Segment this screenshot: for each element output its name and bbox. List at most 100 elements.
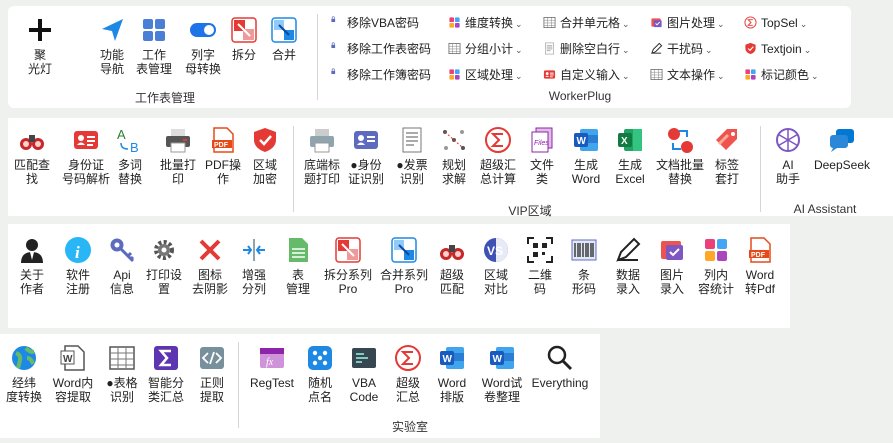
plus-button[interactable]: 聚 光灯 [18,16,62,76]
button-label: 区域 加密 [252,158,277,186]
toggle-button[interactable]: 列字 母转换 [178,16,228,76]
sheet-grid-icon [140,16,168,44]
button-label: 超级汇 总计算 [479,158,516,186]
sigma-button[interactable]: 超级 汇总 [386,344,430,404]
word-button[interactable]: W 生成 Word [564,126,608,186]
word-outline-button[interactable]: W Word内 容提取 [46,344,100,404]
button-label: 标签 套打 [714,158,739,186]
printer-button[interactable]: 批量打 印 [156,126,200,186]
image-check-button[interactable]: 图片 录入 [650,236,694,296]
printer-gray-button[interactable]: 底端标 题打印 [300,126,344,186]
qrcode-button[interactable]: 二维 码 [518,236,562,296]
dots-solver-icon [440,126,468,154]
button-label: RegTest [249,376,295,390]
button-label: 图片 录入 [659,268,684,296]
merge-icon [390,236,418,264]
doc-replace-icon [666,126,694,154]
small-button[interactable]: 图片处理 ⌄ [650,15,725,31]
binoculars-button[interactable]: 超级 匹配 [430,236,474,296]
printer-gray-icon [308,126,336,154]
key-button[interactable]: Api 信息 [100,236,144,296]
binoculars-button[interactable]: 匹配查 找 [10,126,54,186]
small-button[interactable]: 自定义输入 ⌄ [543,67,630,83]
globe-button[interactable]: 经纬 度转换 [2,344,46,404]
dice-button[interactable]: 随机 点名 [298,344,342,404]
pdf-icon: PDF [746,236,774,264]
id-card-button[interactable]: 身份证 号码解析 [60,126,112,186]
merge-button[interactable]: 合并 [262,16,306,62]
button-label: Api 信息 [109,268,134,296]
button-label: Word试 卷整理 [481,376,523,404]
person-button[interactable]: 关于 作者 [10,236,54,296]
table-button[interactable]: ●表格 识别 [100,344,144,404]
files-button[interactable]: Files 文件 类 [520,126,564,186]
sheet-green-button[interactable]: 表 管理 [276,236,320,296]
svg-text:X: X [621,136,628,147]
small-button[interactable]: 标记颜色 ⌄ [744,67,819,83]
small-button[interactable]: 分组小计 ⌄ [448,41,523,57]
small-button[interactable]: 维度转换 ⌄ [448,15,523,31]
svg-text:B: B [130,140,139,154]
barcode-icon [570,236,598,264]
small-button[interactable]: 移除VBA密码 [330,15,419,31]
x-button[interactable]: 图标 去阴影 [188,236,232,296]
chevron-down-icon: ⌄ [622,71,630,81]
cursor-arrow-button[interactable]: 功能 导航 [90,16,134,76]
small-button[interactable]: 删除空白行 ⌄ [543,41,630,57]
small-button[interactable]: 文本操作 ⌄ [650,67,725,83]
button-label: 智能分 类汇总 [147,376,184,404]
invoice-button[interactable]: ●发票 识别 [390,126,434,186]
sheet-green-icon [284,236,312,264]
pen-button[interactable]: 数据 录入 [606,236,650,296]
pdf-icon: PDF [209,126,237,154]
gear-button[interactable]: 打印设 置 [142,236,186,296]
doc-replace-button[interactable]: 文档批量 替换 [652,126,708,186]
button-label: 规划 求解 [441,158,466,186]
barcode-button[interactable]: 条 形码 [562,236,606,296]
tiles-button[interactable]: 列内 容统计 [694,236,738,296]
image-check-icon [650,16,663,29]
code-icon [198,344,226,372]
vba-button[interactable]: VBA Code [342,344,386,404]
small-button[interactable]: 合并单元格 ⌄ [543,15,630,31]
small-button-label: 移除工作簿密码 [347,68,432,82]
info-button[interactable]: i 软件 注册 [56,236,100,296]
word-button[interactable]: W Word 排版 [430,344,474,404]
button-label: 合并系列 Pro [379,268,428,296]
split-button[interactable]: 拆分 [222,16,266,62]
ai-knot-button[interactable]: AI 助手 [766,126,810,186]
pdf-button[interactable]: PDF PDF操 作 [201,126,245,186]
fx-icon: fx [258,344,286,372]
magnifier-button[interactable]: Everything [528,344,592,390]
ab-replace-button[interactable]: A B 多词 替换 [108,126,152,186]
split-column-button[interactable]: 增强 分列 [232,236,276,296]
vs-button[interactable]: VS 区域 对比 [474,236,518,296]
merge-button[interactable]: 合并系列 Pro [376,236,432,296]
button-label: ●表格 识别 [106,376,138,404]
code-button[interactable]: 正则 提取 [190,344,234,404]
small-button[interactable]: 移除工作表密码 [330,41,431,57]
shield-button[interactable]: 区域 加密 [243,126,287,186]
small-button[interactable]: Textjoin ⌄ [744,41,811,57]
split-button[interactable]: 拆分系列 Pro [320,236,376,296]
sigma-purple-button[interactable]: 智能分 类汇总 [144,344,188,404]
id-card-icon [543,68,556,81]
small-button[interactable]: 区域处理 ⌄ [448,67,523,83]
tag-button[interactable]: 标签 套打 [705,126,749,186]
chat-bubble-button[interactable]: DeepSeek [810,126,874,172]
small-button[interactable]: 移除工作簿密码 [330,67,431,83]
fx-button[interactable]: fx RegTest [246,344,298,390]
small-button[interactable]: 干扰码 ⌄ [650,41,713,57]
sheet-grid-button[interactable]: 工作 表管理 [132,16,176,76]
id-card-purple-button[interactable]: ●身份 证识别 [344,126,388,186]
sigma-button[interactable]: 超级汇 总计算 [476,126,520,186]
dots-solver-button[interactable]: 规划 求解 [432,126,476,186]
small-button-label: 文本操作 [667,68,716,82]
word-button[interactable]: W Word试 卷整理 [476,344,528,404]
small-button[interactable]: TopSel ⌄ [744,15,807,31]
split-icon [230,16,258,44]
pdf-button[interactable]: PDF Word 转Pdf [738,236,782,296]
lock-icon [330,42,343,55]
button-label: Word内 容提取 [52,376,94,404]
excel-button[interactable]: X 生成 Excel [608,126,652,186]
